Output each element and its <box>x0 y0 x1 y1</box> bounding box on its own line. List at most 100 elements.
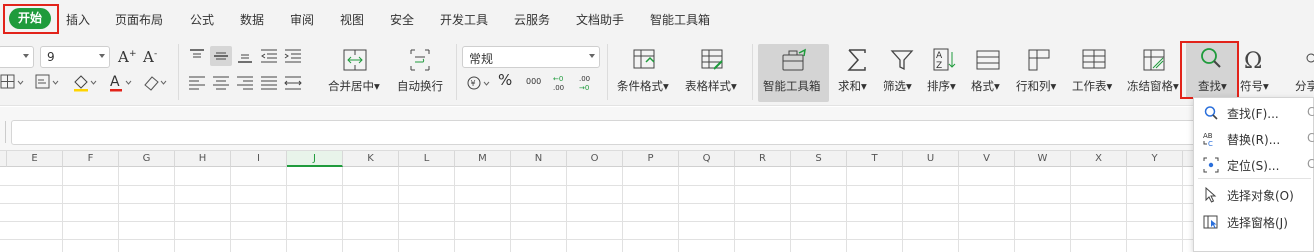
ribbon-separator <box>178 44 179 100</box>
align-left-button[interactable] <box>186 72 208 92</box>
currency-icon: ¥ <box>467 76 490 90</box>
svg-text:.00: .00 <box>579 75 590 83</box>
format-button[interactable]: 格式▾ <box>971 78 1000 94</box>
align-middle-button[interactable] <box>210 46 232 66</box>
align-bottom-button[interactable] <box>234 46 256 66</box>
smart-toolbox-button[interactable]: 智能工具箱 <box>758 44 829 102</box>
column-header[interactable]: E <box>7 151 63 167</box>
tab-formulas[interactable]: 公式 <box>190 11 214 28</box>
tab-review[interactable]: 审阅 <box>290 11 314 28</box>
chevron-down-icon: ▾ <box>1050 79 1057 93</box>
tab-cloud[interactable]: 云服务 <box>514 11 550 28</box>
column-header[interactable]: L <box>399 151 455 167</box>
font-decrease-icon: A - <box>142 48 157 66</box>
tab-view[interactable]: 视图 <box>340 11 364 28</box>
border-button[interactable] <box>0 72 24 92</box>
formula-input[interactable] <box>11 120 1211 145</box>
decrease-indent-button[interactable] <box>258 46 280 66</box>
merge-center-button[interactable]: 合并居中▾ <box>328 78 380 94</box>
svg-text:C: C <box>1208 140 1213 147</box>
selection-pane-icon <box>1203 214 1219 230</box>
menu-item-find[interactable]: 查找(F)... C <box>1194 100 1314 126</box>
menu-item-replace[interactable]: AB C 替换(R)... C <box>1194 126 1314 152</box>
conditional-format-button[interactable]: 条件格式▾ <box>617 78 669 94</box>
menu-item-select-objects[interactable]: 选择对象(O) <box>1194 182 1314 208</box>
font-color-button[interactable]: A <box>108 72 132 92</box>
sort-button[interactable]: 排序▾ <box>927 78 956 94</box>
menu-item-locate[interactable]: 定位(S)... C <box>1194 152 1314 178</box>
column-header[interactable]: N <box>511 151 567 167</box>
menu-item-label: 选择窗格(J) <box>1227 216 1288 230</box>
column-header[interactable]: Y <box>1127 151 1183 167</box>
column-header[interactable]: X <box>1071 151 1127 167</box>
clear-format-button[interactable] <box>142 72 167 92</box>
font-size-value: 9 <box>47 50 55 64</box>
column-header[interactable]: S <box>791 151 847 167</box>
justify-icon <box>261 76 277 90</box>
justify-button[interactable] <box>258 72 280 92</box>
font-name-combo[interactable] <box>0 46 34 68</box>
replace-icon: AB C <box>1203 131 1219 148</box>
fill-color-button[interactable] <box>72 72 97 92</box>
wrap-text-button[interactable]: 自动换行 <box>397 78 443 94</box>
column-header[interactable]: I <box>231 151 287 167</box>
menu-item-selection-pane[interactable]: 选择窗格(J) <box>1194 209 1314 235</box>
worksheet-button[interactable]: 工作表▾ <box>1072 78 1112 94</box>
column-header[interactable]: H <box>175 151 231 167</box>
tab-insert[interactable]: 插入 <box>66 11 90 28</box>
distribute-icon <box>284 76 302 90</box>
distributed-align-button[interactable] <box>282 72 304 92</box>
align-top-button[interactable] <box>186 46 208 66</box>
column-header-selected[interactable]: J <box>287 151 343 167</box>
decrease-font-button[interactable]: A - <box>142 47 164 67</box>
row-column-button[interactable]: 行和列▾ <box>1016 78 1056 94</box>
column-header[interactable]: K <box>343 151 399 167</box>
chevron-down-icon: ▾ <box>994 79 1000 93</box>
symbol-button[interactable]: 符号▾ <box>1240 78 1269 94</box>
tab-security[interactable]: 安全 <box>390 11 414 28</box>
tab-doc-assistant[interactable]: 文档助手 <box>576 11 624 28</box>
tab-smart-toolbox[interactable]: 智能工具箱 <box>650 11 710 28</box>
increase-font-button[interactable]: A + <box>117 47 139 67</box>
filter-button[interactable]: 筛选▾ <box>883 78 912 94</box>
find-dropdown-menu: 查找(F)... C AB C 替换(R)... C 定位(S)... C 选择… <box>1193 97 1314 252</box>
currency-button[interactable]: ¥ <box>466 73 490 93</box>
column-header[interactable]: R <box>735 151 791 167</box>
svg-text:→0: →0 <box>579 84 589 92</box>
column-header[interactable]: U <box>903 151 959 167</box>
cell-style-icon <box>35 74 59 89</box>
decrease-decimal-icon: .00 →0 <box>579 75 590 92</box>
sum-button[interactable]: 求和▾ <box>838 78 867 94</box>
increase-decimal-button[interactable]: ←0 .00 <box>552 73 574 93</box>
font-color-icon: A <box>110 74 132 92</box>
column-header[interactable]: O <box>567 151 623 167</box>
font-size-combo[interactable]: 9 <box>40 46 110 68</box>
cell-style-button[interactable] <box>35 72 59 92</box>
number-format-combo[interactable]: 常规 <box>462 46 600 68</box>
column-header[interactable]: T <box>847 151 903 167</box>
share-button[interactable]: 分享 <box>1295 78 1314 94</box>
tab-data[interactable]: 数据 <box>240 11 264 28</box>
freeze-panes-button[interactable]: 冻结窗格▾ <box>1127 78 1179 94</box>
column-header[interactable]: Q <box>679 151 735 167</box>
align-center-button[interactable] <box>210 72 232 92</box>
column-header[interactable]: F <box>63 151 119 167</box>
ribbon-separator <box>607 44 608 100</box>
column-header[interactable]: G <box>119 151 175 167</box>
table-style-button[interactable]: 表格样式▾ <box>685 78 737 94</box>
column-header[interactable]: W <box>1015 151 1071 167</box>
tab-developer[interactable]: 开发工具 <box>440 11 488 28</box>
worksheet-label: 工作表 <box>1072 79 1107 93</box>
percent-button[interactable]: % <box>498 71 520 91</box>
increase-indent-button[interactable] <box>282 46 304 66</box>
column-header[interactable]: V <box>959 151 1015 167</box>
column-header[interactable]: P <box>623 151 679 167</box>
decrease-decimal-button[interactable]: .00 →0 <box>578 73 600 93</box>
thousands-separator-button[interactable]: 000 <box>526 73 548 93</box>
align-right-button[interactable] <box>234 72 256 92</box>
column-header[interactable]: M <box>455 151 511 167</box>
row-column-label: 行和列 <box>1016 79 1051 93</box>
tab-page-layout[interactable]: 页面布局 <box>115 11 163 28</box>
chevron-down-icon: ▾ <box>950 79 956 93</box>
chevron-down-icon: ▾ <box>374 79 380 93</box>
